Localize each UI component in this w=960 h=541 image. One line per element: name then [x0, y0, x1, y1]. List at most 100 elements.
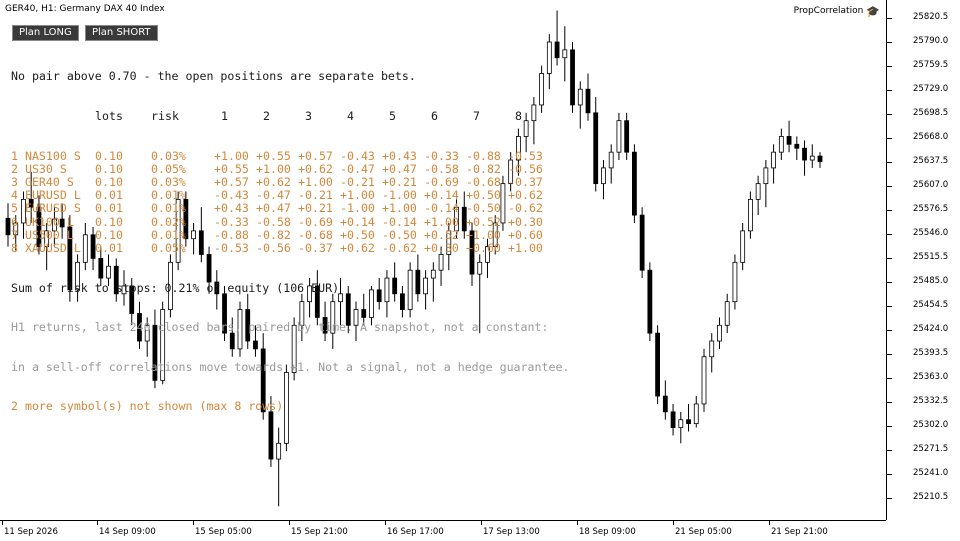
panel-rows: 1 NAS100 S 0.10 0.03% +1.00 +0.55 +0.57 -0.43 +…: [11, 148, 569, 256]
candle-body-up: [778, 136, 784, 153]
price-label: 25759.5: [913, 60, 949, 70]
candle: [678, 411, 684, 444]
correlation-cell: +0.55: [256, 148, 291, 163]
row-risk: 0.02%: [151, 214, 186, 229]
candle: [763, 160, 769, 208]
candle: [608, 144, 614, 184]
price-tick: [887, 114, 892, 115]
price-axis: 25820.5 25790.0 25759.5 25729.0 25698.5 25668…: [886, 0, 960, 520]
note-line-3: 2 more symbol(s) not shown (max 8 rows): [11, 399, 284, 414]
correlation-cell: +0.55: [214, 161, 249, 176]
row-symbol: 5 EURUSD S: [11, 201, 81, 216]
correlation-panel: No pair above 0.70 - the open positions …: [11, 44, 569, 427]
price-label: 25332.5: [913, 396, 949, 406]
price-label: 25607.0: [913, 180, 949, 190]
time-label: 14 Sep 09:00: [99, 527, 156, 537]
correlation-cell: +1.00: [214, 148, 249, 163]
price-tick: [887, 66, 892, 67]
row-lots: 0.10: [95, 214, 123, 229]
candle-body-up: [616, 120, 622, 153]
candle-body-up: [678, 419, 684, 428]
correlation-cell: -0.82: [256, 227, 291, 242]
price-label: 25576.5: [913, 204, 949, 214]
candle-body-up: [763, 167, 769, 185]
column-header: risk: [151, 109, 179, 123]
price-label: 25637.5: [913, 156, 949, 166]
price-label: 25210.5: [913, 492, 949, 502]
candle: [670, 403, 676, 436]
price-tick: [887, 354, 892, 355]
correlation-cell: +1.00: [256, 161, 291, 176]
candle-body-up: [732, 261, 738, 303]
price-label: 25393.5: [913, 348, 949, 358]
row-lots: 0.10: [95, 148, 123, 163]
candle: [632, 144, 637, 223]
candle-body-down: [639, 214, 645, 271]
price-tick: [887, 330, 892, 331]
candle-body-up: [724, 301, 730, 326]
price-label: 25790.0: [913, 36, 949, 46]
brand-text: PropCorrelation: [793, 6, 864, 16]
plan-short-button[interactable]: Plan SHORT: [85, 25, 158, 41]
time-tick: [673, 521, 674, 525]
candle-body-up: [608, 151, 614, 169]
row-lots: 0.10: [95, 161, 123, 176]
candle: [748, 191, 753, 239]
correlation-cell: -0.68: [298, 227, 333, 242]
candle: [601, 160, 606, 200]
candle-body-up: [740, 230, 746, 263]
correlation-cell: +0.30: [424, 240, 459, 255]
price-tick: [887, 138, 892, 139]
correlation-cell: +1.00: [508, 240, 543, 255]
column-header: 7: [473, 109, 480, 123]
graduation-cap-icon: 🎓: [866, 4, 880, 18]
candle-body-down: [670, 411, 676, 428]
price-tick: [887, 258, 892, 259]
correlation-cell: +0.60: [466, 240, 501, 255]
correlation-cell: +0.52: [466, 214, 501, 229]
candle: [701, 348, 707, 412]
time-label: 21 Sep 05:00: [675, 527, 732, 537]
price-label: 25302.0: [913, 420, 949, 430]
correlation-cell: +0.50: [340, 227, 375, 242]
candle-body-down: [585, 88, 591, 114]
candle: [570, 42, 575, 113]
note-line-1: H1 returns, last 240 closed bars, paired…: [11, 320, 549, 335]
correlation-cell: -0.82: [466, 161, 501, 176]
candle: [655, 325, 660, 404]
risk-sum-line: Sum of risk to stops: 0.21% of equity (1…: [11, 280, 340, 295]
candle-body-up: [709, 340, 715, 358]
window-title: GER40, H1: Germany DAX 40 Index: [5, 4, 165, 14]
row-symbol: 1 NAS100 S: [11, 148, 81, 163]
correlation-cell: -0.43: [340, 148, 375, 163]
time-tick: [577, 521, 578, 525]
row-risk: 0.05%: [151, 240, 186, 255]
candle-body-down: [570, 49, 575, 106]
column-header: 5: [389, 109, 396, 123]
candle-body-down: [655, 332, 660, 397]
time-tick: [769, 521, 770, 525]
candle-body-down: [632, 151, 637, 216]
time-label: 16 Sep 17:00: [387, 527, 444, 537]
candle: [740, 222, 746, 271]
candle-body-down: [593, 112, 599, 185]
time-tick: [97, 521, 98, 525]
correlation-cell: +1.00: [466, 227, 501, 242]
price-label: 25820.5: [913, 12, 949, 22]
candle: [802, 140, 807, 176]
candle: [778, 128, 784, 161]
time-tick: [385, 521, 386, 525]
price-tick: [887, 306, 892, 307]
candle-body-down: [624, 120, 630, 153]
brand-label: PropCorrelation 🎓: [793, 4, 880, 18]
correlation-cell: -1.00: [340, 201, 375, 216]
correlation-cell: -0.62: [382, 240, 417, 255]
plan-long-button[interactable]: Plan LONG: [12, 25, 79, 41]
row-symbol: 6 UK100 L: [11, 214, 74, 229]
correlation-cell: -0.47: [340, 161, 375, 176]
time-label: 17 Sep 13:00: [483, 527, 540, 537]
candle-body-down: [686, 419, 691, 425]
time-label: 21 Sep 21:00: [771, 527, 828, 537]
correlation-cell: +0.47: [382, 161, 417, 176]
row-risk: 0.05%: [151, 161, 186, 176]
